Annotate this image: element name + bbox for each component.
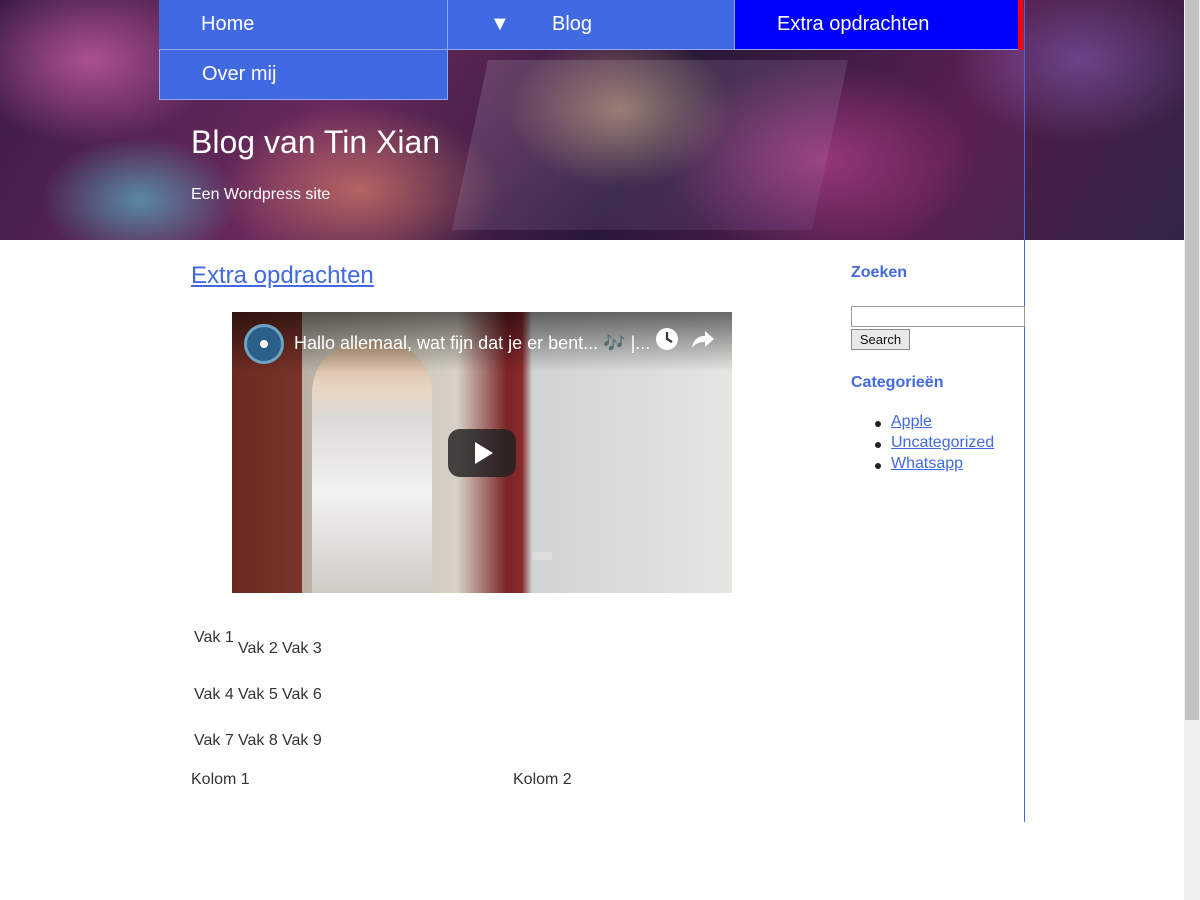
table-cell: Vak 4 <box>194 686 234 703</box>
table-cell: Vak 2 <box>238 640 278 657</box>
channel-avatar-icon[interactable] <box>244 324 284 364</box>
list-item: Apple <box>851 413 994 434</box>
column-label: Kolom 1 <box>191 771 250 788</box>
search-input[interactable] <box>851 306 1025 327</box>
nav-item-over-mij[interactable]: Over mij <box>159 50 448 100</box>
play-icon <box>475 442 493 464</box>
site-title[interactable]: Blog van Tin Xian <box>191 124 440 161</box>
table-cell: Vak 8 <box>238 732 278 749</box>
nav-item-label: Blog <box>552 13 593 35</box>
list-item: Uncategorized <box>851 434 994 455</box>
nav-item-home[interactable]: Home <box>159 0 448 50</box>
triangle-down-icon: ▼ <box>490 13 510 35</box>
content-border <box>1024 0 1025 822</box>
post-title-link[interactable]: Extra opdrachten <box>191 262 374 290</box>
category-link-uncategorized[interactable]: Uncategorized <box>891 434 994 451</box>
video-title[interactable]: Hallo allemaal, wat fijn dat je er bent.… <box>294 333 650 354</box>
site-tagline: Een Wordpress site <box>191 186 331 203</box>
table-cell: Vak 1 <box>194 629 234 646</box>
nav-item-blog[interactable]: ▼ Blog <box>448 0 735 50</box>
category-link-apple[interactable]: Apple <box>891 413 932 430</box>
video-thumbnail-person <box>312 342 432 593</box>
category-list: Apple Uncategorized Whatsapp <box>851 413 994 476</box>
search-heading: Zoeken <box>851 264 908 281</box>
category-link-whatsapp[interactable]: Whatsapp <box>891 455 963 472</box>
table-cell: Vak 7 <box>194 732 234 749</box>
search-button[interactable]: Search <box>851 329 910 350</box>
video-embed[interactable]: Hallo allemaal, wat fijn dat je er bent.… <box>232 312 732 593</box>
nav-item-label: Extra opdrachten <box>777 13 930 35</box>
table-cell: Vak 3 <box>282 640 322 657</box>
play-button[interactable] <box>448 429 516 477</box>
scrollbar-thumb[interactable] <box>1185 0 1199 720</box>
nav-item-label: Over mij <box>202 63 277 85</box>
table-cell: Vak 5 <box>238 686 278 703</box>
table-cell: Vak 6 <box>282 686 322 703</box>
table-cell: Vak 9 <box>282 732 322 749</box>
banner-artwork <box>451 60 849 230</box>
active-indicator <box>1018 0 1023 50</box>
watch-later-icon[interactable] <box>654 326 680 352</box>
list-item: Whatsapp <box>851 455 994 476</box>
categories-heading: Categorieën <box>851 374 944 391</box>
nav-item-extra-opdrachten[interactable]: Extra opdrachten <box>735 0 1018 50</box>
nav-item-label: Home <box>201 13 255 35</box>
share-icon[interactable] <box>690 326 716 352</box>
column-label: Kolom 2 <box>513 771 572 788</box>
